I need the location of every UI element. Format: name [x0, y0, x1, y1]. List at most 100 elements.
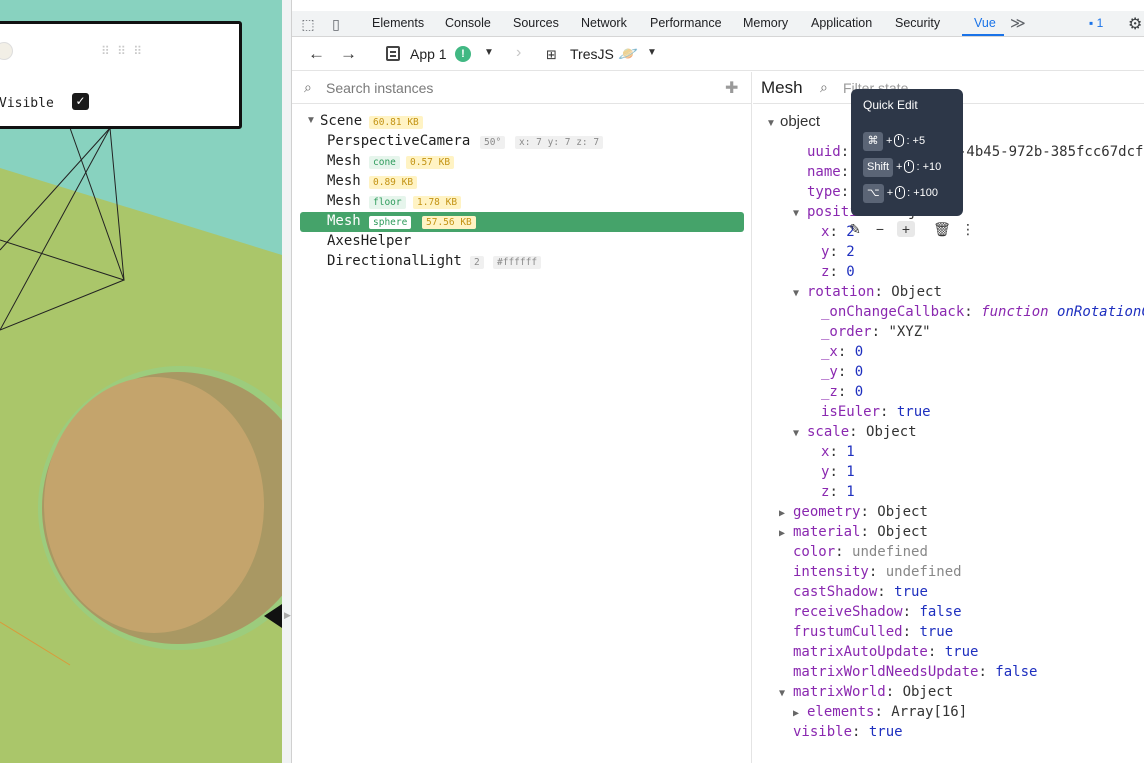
- prop-rotation[interactable]: ▼ rotation: Object: [793, 282, 942, 302]
- prop-elements[interactable]: ▶ elements: Array[16]: [793, 702, 967, 722]
- prop-value[interactable]: 0: [855, 384, 863, 400]
- prop-value[interactable]: 1: [846, 444, 854, 460]
- prop-visible[interactable]: visible: true: [793, 722, 903, 742]
- prop-value: Object: [891, 284, 942, 300]
- prop-value[interactable]: false: [919, 604, 961, 620]
- expand-arrow-icon[interactable]: ▶: [793, 704, 807, 724]
- prop-uuid-tail: -4b45-972b-385fcc67dcf: [958, 142, 1143, 162]
- prop-geometry[interactable]: ▶ geometry: Object: [779, 502, 928, 522]
- puzzle-icon[interactable]: ✚: [725, 78, 738, 98]
- prop-value[interactable]: false: [995, 664, 1037, 680]
- prop-rot-y[interactable]: _y: 0: [821, 362, 863, 382]
- prop-key: material: [793, 524, 861, 540]
- expand-arrow-icon[interactable]: ▼: [306, 115, 316, 126]
- collapse-arrow-icon[interactable]: ▼: [779, 684, 793, 704]
- tree-node-name: Mesh: [327, 153, 361, 169]
- issues-badge[interactable]: ▪ 1: [1089, 16, 1103, 30]
- visible-checkbox[interactable]: ✓: [72, 93, 89, 110]
- prop-value[interactable]: true: [897, 404, 931, 420]
- prop-value[interactable]: 1: [846, 484, 854, 500]
- prop-color[interactable]: color: undefined: [793, 542, 928, 562]
- prop-value[interactable]: true: [945, 644, 979, 660]
- tab-network[interactable]: Network: [581, 16, 627, 30]
- inspect-element-icon[interactable]: ⬚: [299, 15, 317, 33]
- increment-icon[interactable]: +: [897, 221, 915, 237]
- more-tabs-icon[interactable]: ≫: [1010, 14, 1026, 32]
- prop-key: elements: [807, 704, 875, 720]
- tree-row-mesh[interactable]: Mesh 0.89 KB: [300, 172, 744, 192]
- section-object[interactable]: ▼ object: [766, 111, 820, 131]
- prop-scale-y[interactable]: y: 1: [821, 462, 855, 482]
- prop-value[interactable]: true: [869, 724, 903, 740]
- search-instances-input[interactable]: [326, 80, 706, 96]
- tab-console[interactable]: Console: [445, 16, 491, 30]
- prop-value[interactable]: true: [894, 584, 928, 600]
- delete-trash-icon[interactable]: 🗑: [933, 221, 951, 238]
- prop-frustumculled[interactable]: frustumCulled: true: [793, 622, 953, 642]
- more-options-icon[interactable]: ⋮: [959, 221, 977, 238]
- tree-node-name: DirectionalLight: [327, 253, 462, 269]
- edit-pencil-icon[interactable]: ✎: [846, 221, 864, 238]
- prop-receiveshadow[interactable]: receiveShadow: false: [793, 602, 962, 622]
- plugin-dropdown-caret-icon[interactable]: ▼: [647, 47, 657, 58]
- prop-scale-x[interactable]: x: 1: [821, 442, 855, 462]
- decrement-icon[interactable]: −: [871, 221, 889, 237]
- prop-matrixworldneedsupdate[interactable]: matrixWorldNeedsUpdate: false: [793, 662, 1037, 682]
- tab-performance[interactable]: Performance: [650, 16, 722, 30]
- prop-position-y[interactable]: y: 2: [821, 242, 855, 262]
- prop-key: scale: [807, 424, 850, 440]
- device-toolbar-icon[interactable]: ▯: [327, 15, 345, 33]
- panel-splitter[interactable]: ▶: [282, 0, 292, 763]
- prop-value[interactable]: 0: [855, 344, 863, 360]
- prop-order[interactable]: _order: "XYZ": [821, 322, 931, 342]
- prop-onchangecallback[interactable]: _onChangeCallback: function onRotationCh…: [821, 302, 1144, 322]
- tab-security[interactable]: Security: [895, 16, 940, 30]
- prop-value[interactable]: 0: [855, 364, 863, 380]
- tab-application[interactable]: Application: [811, 16, 872, 30]
- collapse-arrow-icon[interactable]: ▼: [793, 424, 807, 444]
- tab-vue[interactable]: Vue: [974, 16, 996, 30]
- prop-intensity[interactable]: intensity: undefined: [793, 562, 962, 582]
- color-knob[interactable]: [0, 42, 13, 60]
- tree-row-scene[interactable]: ▼ Scene 60.81 KB: [300, 112, 744, 132]
- prop-material[interactable]: ▶ material: Object: [779, 522, 928, 542]
- keycap-cmd: ⌘: [863, 132, 883, 151]
- breadcrumb-tresjs[interactable]: TresJS: [570, 46, 614, 62]
- prop-castshadow[interactable]: castShadow: true: [793, 582, 928, 602]
- prop-matrixautoupdate[interactable]: matrixAutoUpdate: true: [793, 642, 978, 662]
- collapse-arrow-icon[interactable]: ▼: [766, 114, 780, 134]
- expand-arrow-icon[interactable]: ▶: [779, 504, 793, 524]
- prop-rot-x[interactable]: _x: 0: [821, 342, 863, 362]
- prop-scale[interactable]: ▼ scale: Object: [793, 422, 917, 442]
- tree-row-directionallight[interactable]: DirectionalLight 2 #ffffff: [300, 252, 744, 272]
- tree-row-mesh-floor[interactable]: Mesh floor 1.78 KB: [300, 192, 744, 212]
- prop-rot-z[interactable]: _z: 0: [821, 382, 863, 402]
- tree-row-mesh-sphere[interactable]: Mesh sphere 57.56 KB: [300, 212, 744, 232]
- expand-arrow-icon[interactable]: ▶: [779, 524, 793, 544]
- prop-position-z[interactable]: z: 0: [821, 262, 855, 282]
- scene-viewport[interactable]: ⠿ ⠿ ⠿ Visible ✓: [0, 0, 282, 763]
- prop-iseuler[interactable]: isEuler: true: [821, 402, 931, 422]
- tree-row-mesh-cone[interactable]: Mesh cone 0.57 KB: [300, 152, 744, 172]
- prop-value[interactable]: 2: [846, 244, 854, 260]
- settings-gear-icon[interactable]: ⚙: [1128, 14, 1142, 34]
- forward-arrow-icon[interactable]: →: [340, 44, 357, 64]
- collapse-arrow-icon[interactable]: ▼: [793, 204, 807, 224]
- prop-value[interactable]: 1: [846, 464, 854, 480]
- tab-sources[interactable]: Sources: [513, 16, 559, 30]
- prop-value[interactable]: true: [919, 624, 953, 640]
- prop-value: function: [981, 304, 1049, 320]
- collapse-arrow-icon[interactable]: ▶: [284, 610, 291, 621]
- tab-memory[interactable]: Memory: [743, 16, 788, 30]
- collapse-arrow-icon[interactable]: ▼: [793, 284, 807, 304]
- prop-scale-z[interactable]: z: 1: [821, 482, 855, 502]
- prop-value[interactable]: 0: [846, 264, 854, 280]
- tree-row-axeshelper[interactable]: AxesHelper: [300, 232, 744, 252]
- app-dropdown-caret-icon[interactable]: ▼: [484, 47, 494, 58]
- back-arrow-icon[interactable]: ←: [308, 44, 325, 64]
- tree-row-perspectivecamera[interactable]: PerspectiveCamera 50° x: 7 y: 7 z: 7: [300, 132, 744, 152]
- app-selector-label[interactable]: App 1: [410, 46, 447, 62]
- drag-handle-icon[interactable]: ⠿ ⠿ ⠿: [101, 44, 144, 58]
- tab-elements[interactable]: Elements: [372, 16, 424, 30]
- prop-matrixworld[interactable]: ▼ matrixWorld: Object: [779, 682, 953, 702]
